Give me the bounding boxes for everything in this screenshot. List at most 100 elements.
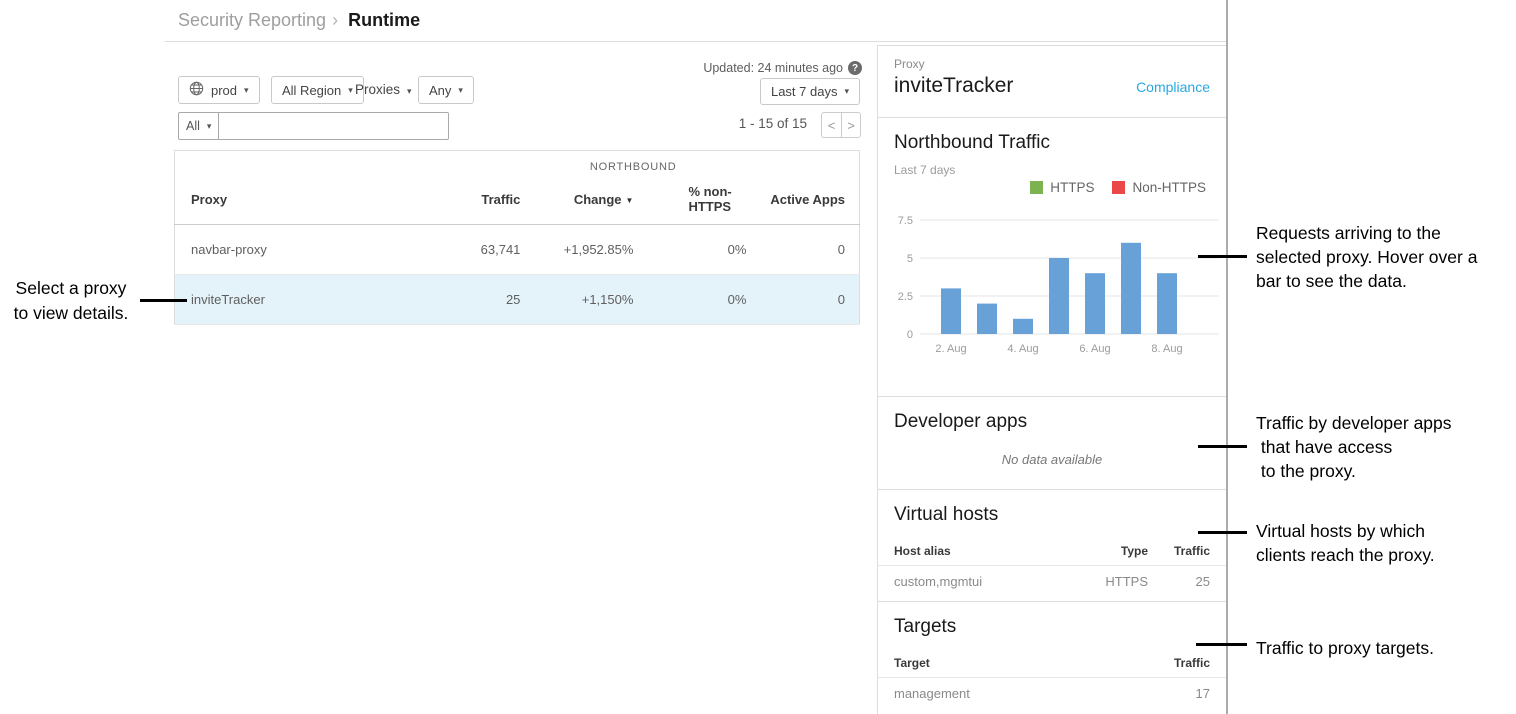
screenshot-edge-line [1226,0,1228,714]
active-apps-cell: 0 [746,225,859,275]
targets-title: Targets [878,602,1226,638]
column-header-change[interactable]: Change▼ [520,175,633,225]
globe-icon [189,81,204,99]
annotation-virtual-hosts: Virtual hosts by which clients reach the… [1256,519,1435,567]
traffic-cell: 25 [1148,574,1210,589]
table-header-row: Proxy Traffic Change▼ % non-HTTPS Active… [175,175,860,225]
virtual-hosts-section: Virtual hosts Host alias Type Traffic cu… [878,490,1226,602]
legend-item-non-https: Non-HTTPS [1112,180,1206,195]
traffic-cell: 25 [407,275,520,325]
proxy-name-cell: navbar-proxy [175,225,408,275]
proxies-dropdown[interactable]: Proxies▾ [355,82,412,97]
column-header-active-apps[interactable]: Active Apps [746,175,859,225]
breadcrumb-parent[interactable]: Security Reporting [178,10,326,31]
pagination-controls: < > [821,112,861,138]
northbound-traffic-section: Northbound Traffic Last 7 days HTTPS Non… [878,118,1226,397]
column-header-traffic[interactable]: Traffic [407,175,520,225]
target-header: Target [894,656,1148,670]
svg-text:7.5: 7.5 [898,215,913,227]
any-dropdown[interactable]: Any ▾ [418,76,474,104]
svg-text:0: 0 [907,329,913,341]
chart-legend: HTTPS Non-HTTPS [878,180,1226,195]
chevron-right-icon: › [332,10,338,31]
column-header-pct-non-https[interactable]: % non-HTTPS [633,175,746,225]
svg-text:8. Aug: 8. Aug [1151,343,1182,355]
proxies-table: NORTHBOUND Proxy Traffic Change▼ % non-H… [174,150,860,325]
selected-proxy-name: inviteTracker [894,74,1013,98]
next-page-button[interactable]: > [841,112,861,138]
legend-item-https: HTTPS [1030,180,1094,195]
page-title: Runtime [348,10,420,31]
search-scope-dropdown[interactable]: All▾ [178,112,219,140]
chevron-down-icon: ▾ [458,85,463,96]
host-alias-cell: custom,mgmtui [894,574,1058,589]
pct-non-https-cell: 0% [633,225,746,275]
northbound-subtitle: Last 7 days [878,154,1226,177]
chevron-down-icon: ▾ [348,85,353,96]
virtual-hosts-header-row: Host alias Type Traffic [878,536,1226,566]
type-cell: HTTPS [1058,574,1148,589]
svg-text:6. Aug: 6. Aug [1079,343,1110,355]
change-cell: +1,150% [520,275,633,325]
no-data-message: No data available [878,452,1226,467]
chevron-down-icon: ▾ [244,85,249,96]
targets-section: Targets Target Traffic management 17 [878,602,1226,714]
northbound-chart[interactable]: 02.557.52. Aug4. Aug6. Aug8. Aug [886,208,1226,360]
svg-text:2.5: 2.5 [898,291,913,303]
pct-non-https-cell: 0% [633,275,746,325]
table-row[interactable]: inviteTracker 25 +1,150% 0% 0 [175,275,860,325]
callout-line-select-proxy [140,299,187,302]
virtual-hosts-title: Virtual hosts [878,490,1226,526]
search-group: All▾ [178,112,449,140]
host-alias-header: Host alias [894,544,1058,558]
annotation-developer-apps: Traffic by developer apps that have acce… [1256,411,1452,483]
table-row[interactable]: navbar-proxy 63,741 +1,952.85% 0% 0 [175,225,860,275]
non-https-swatch-icon [1112,181,1125,194]
table-group-header-row: NORTHBOUND [175,151,860,175]
annotation-select-proxy: Select a proxy to view details. [0,276,142,326]
active-apps-cell: 0 [746,275,859,325]
proxy-detail-panel: Proxy inviteTracker Compliance Northboun… [877,45,1226,714]
target-row[interactable]: management 17 [878,678,1226,708]
environment-dropdown[interactable]: prod ▾ [178,76,260,104]
callout-line-virtual-hosts [1198,531,1247,534]
targets-header-row: Target Traffic [878,648,1226,678]
page: Select a proxy to view details. Requests… [0,0,1516,714]
proxy-label: Proxy [894,57,1210,71]
proxy-name-cell: inviteTracker [175,275,408,325]
sort-desc-icon: ▼ [626,196,634,205]
previous-page-button[interactable]: < [821,112,841,138]
type-header: Type [1058,544,1148,558]
svg-text:5: 5 [907,253,913,265]
https-swatch-icon [1030,181,1043,194]
toolbar: prod ▾ All Region ▾ Proxies▾ Any ▾ Updat… [165,42,877,150]
chevron-down-icon: ▾ [844,86,849,97]
svg-text:4. Aug: 4. Aug [1007,343,1038,355]
callout-line-targets [1196,643,1247,646]
chevron-down-icon: ▾ [207,121,212,132]
northbound-group-header: NORTHBOUND [407,151,859,175]
help-icon[interactable]: ? [848,61,862,75]
target-cell: management [894,686,1148,701]
compliance-link[interactable]: Compliance [1136,79,1210,95]
annotation-northbound: Requests arriving to the selected proxy.… [1256,221,1477,293]
change-cell: +1,952.85% [520,225,633,275]
panel-header-section: Proxy inviteTracker Compliance [878,46,1226,118]
developer-apps-title: Developer apps [878,397,1226,433]
pagination-status: 1 - 15 of 15 [739,116,807,131]
virtual-host-row[interactable]: custom,mgmtui HTTPS 25 [878,566,1226,596]
breadcrumb: Security Reporting › Runtime [165,0,1226,42]
date-range-dropdown[interactable]: Last 7 days ▾ [760,78,860,105]
developer-apps-section: Developer apps No data available [878,397,1226,490]
chevron-down-icon: ▾ [407,86,412,96]
traffic-header: Traffic [1148,544,1210,558]
updated-status: Updated: 24 minutes ago ? [703,61,862,75]
search-input[interactable] [219,112,449,140]
callout-line-northbound [1198,255,1247,258]
annotation-targets: Traffic to proxy targets. [1256,636,1434,660]
traffic-cell: 63,741 [407,225,520,275]
region-dropdown[interactable]: All Region ▾ [271,76,364,104]
traffic-header: Traffic [1148,656,1210,670]
column-header-proxy[interactable]: Proxy [175,175,408,225]
callout-line-developer-apps [1198,445,1247,448]
